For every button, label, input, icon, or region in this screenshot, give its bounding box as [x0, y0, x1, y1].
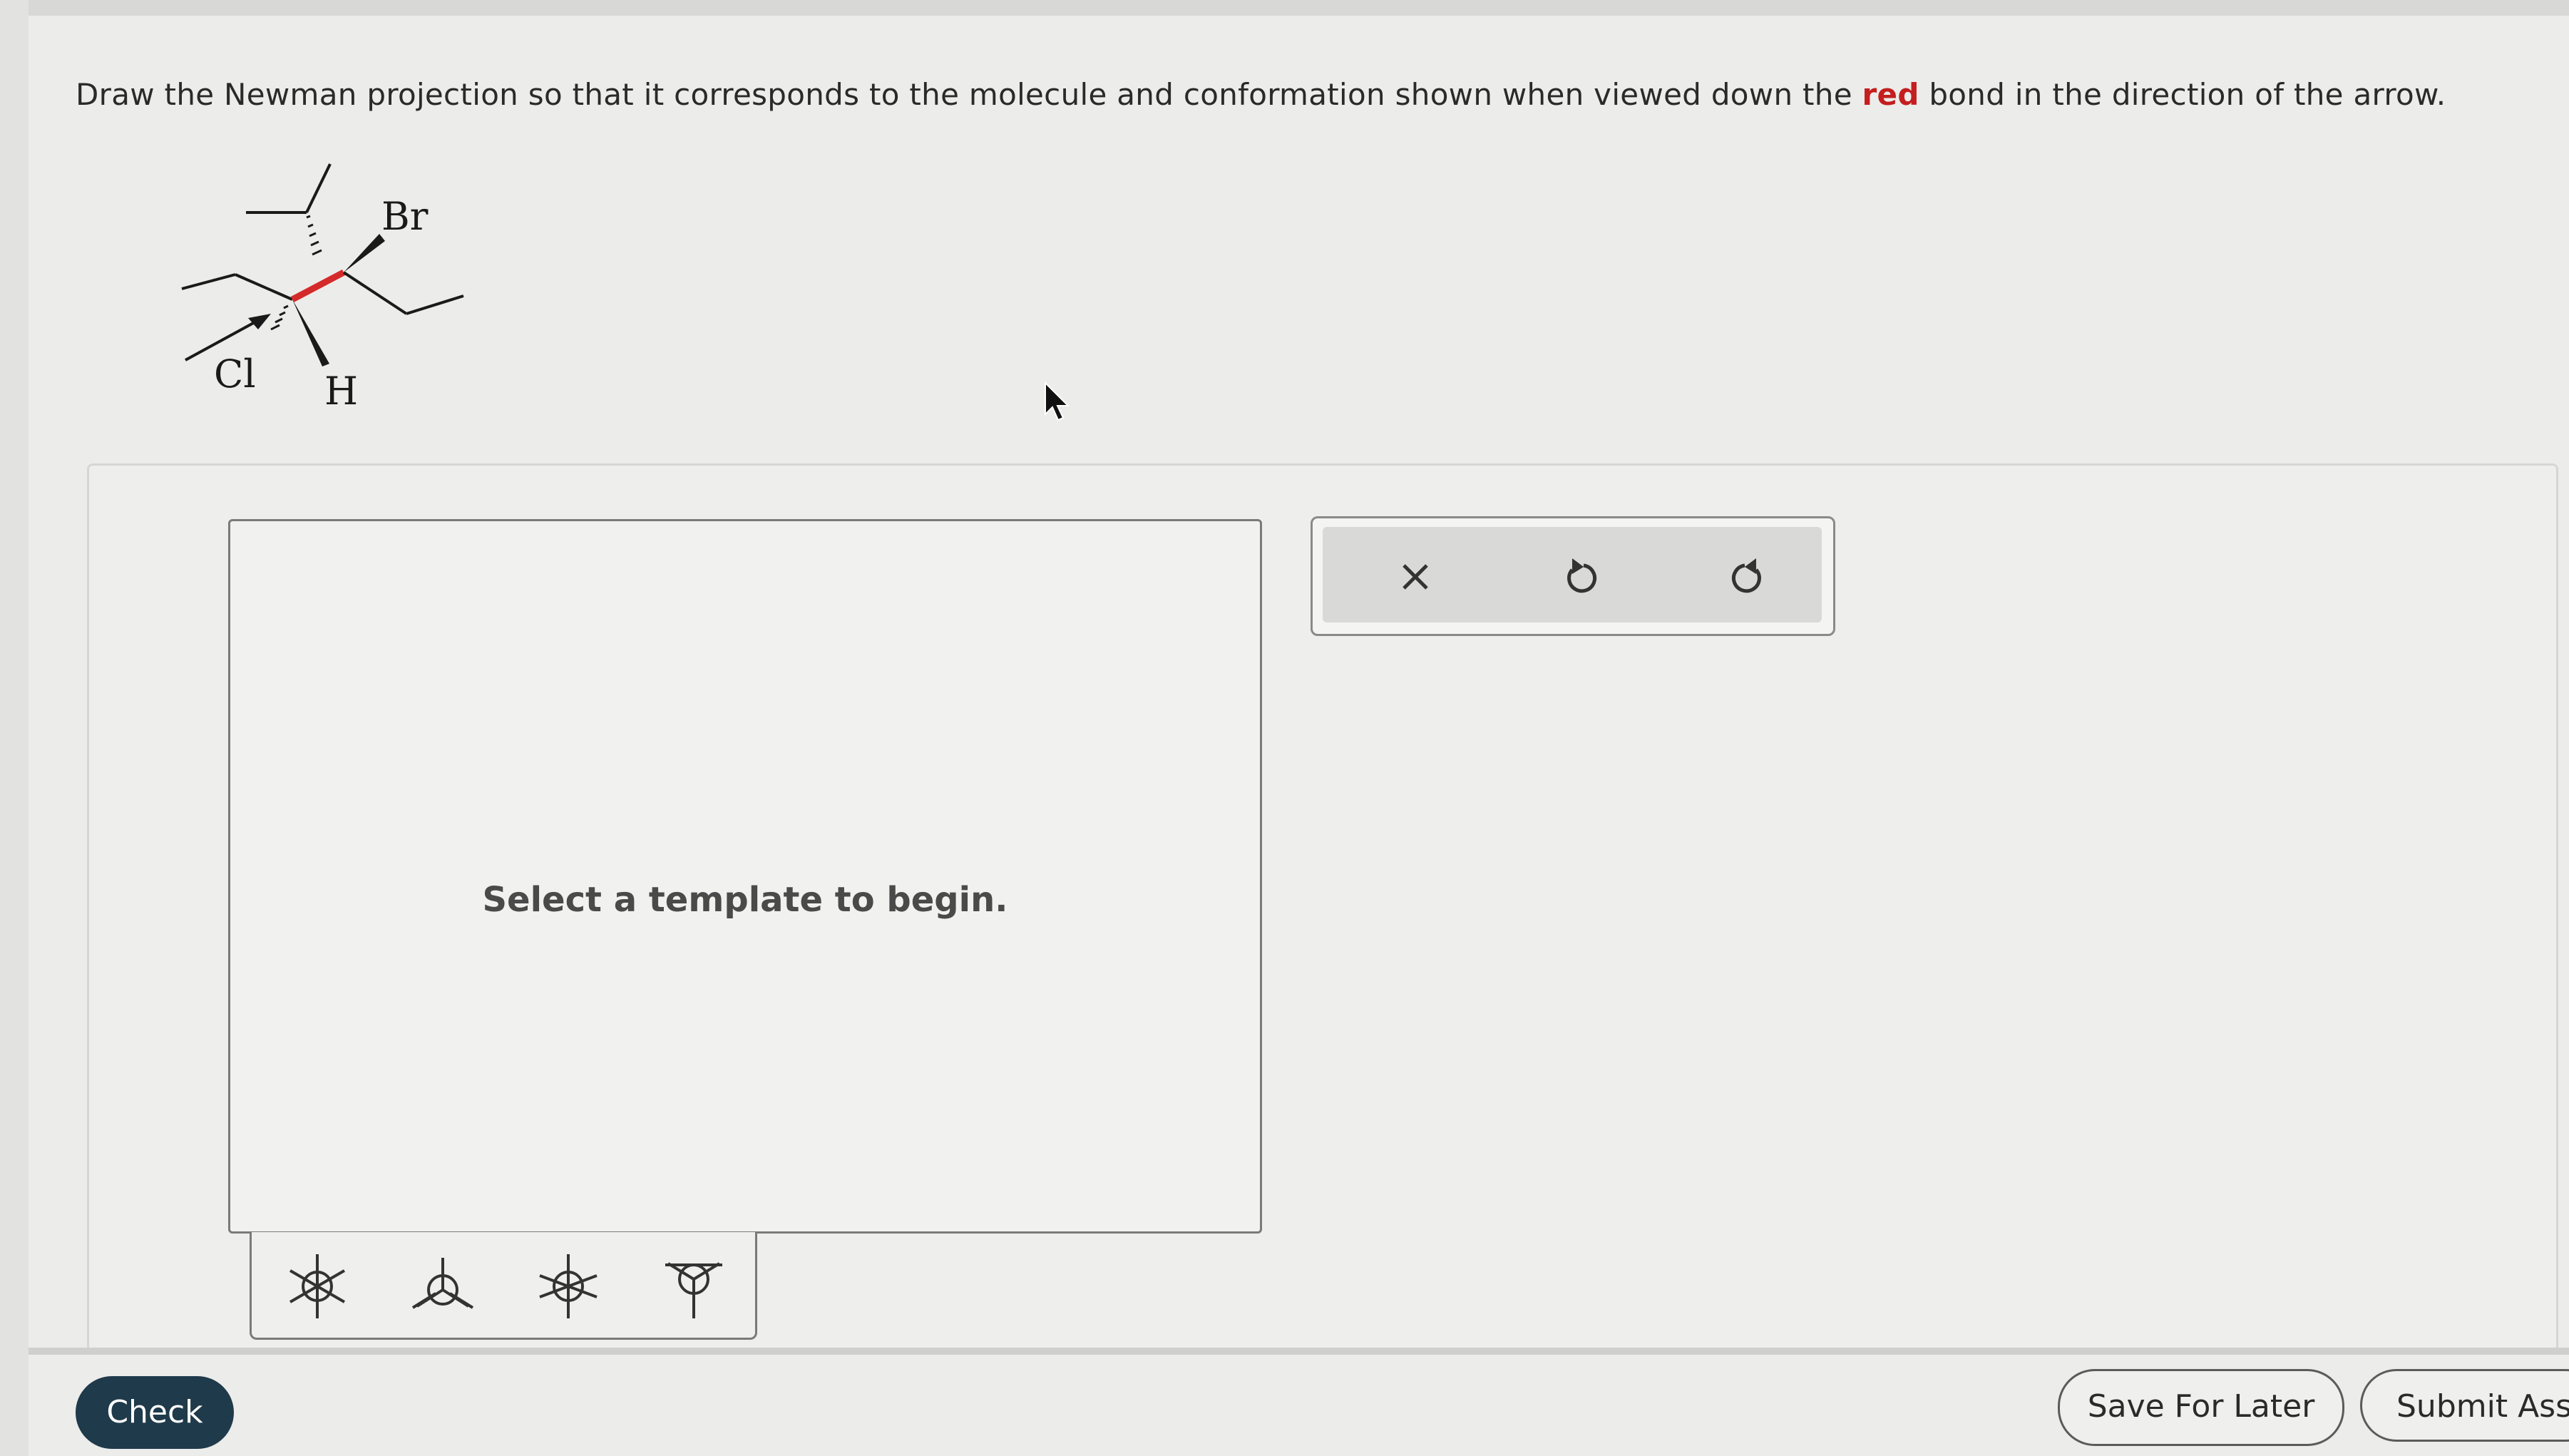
close-icon[interactable] — [1387, 548, 1444, 605]
view-arrow-head — [248, 314, 271, 329]
h-wedge — [292, 299, 329, 366]
left-edge — [0, 0, 29, 1456]
save-for-later-button[interactable]: Save For Later — [2058, 1369, 2344, 1446]
question-text: Draw the Newman projection so that it co… — [76, 77, 2528, 112]
br-label: Br — [381, 194, 429, 239]
cl-label: Cl — [214, 352, 256, 396]
question-text-before: Draw the Newman projection so that it co… — [76, 77, 1862, 112]
newman-eclipsed-template-icon[interactable] — [407, 1251, 478, 1322]
newman-staggered-template-icon[interactable] — [282, 1251, 353, 1322]
footer-divider — [29, 1348, 2569, 1355]
top-bar — [0, 0, 2569, 16]
undo-icon[interactable] — [1552, 548, 1609, 605]
h-label: H — [324, 369, 358, 414]
canvas-message: Select a template to begin. — [482, 880, 1008, 920]
redo-icon[interactable] — [1719, 548, 1776, 605]
question-text-after: bond in the direction of the arrow. — [1919, 77, 2446, 112]
template-bar — [250, 1232, 757, 1340]
newman-partial-template-icon[interactable] — [658, 1251, 729, 1322]
molecule-structure: Br Cl H — [181, 163, 464, 414]
mouse-cursor-icon — [1045, 381, 1070, 421]
check-button[interactable]: Check — [76, 1376, 234, 1449]
question-highlight: red — [1862, 77, 1919, 112]
submit-assignment-button[interactable]: Submit Assi — [2360, 1369, 2569, 1442]
editor-toolbar — [1311, 516, 1835, 636]
newman-staggered-alt-template-icon[interactable] — [533, 1251, 604, 1322]
br-wedge — [344, 234, 385, 272]
drawing-canvas[interactable]: Select a template to begin. — [228, 519, 1262, 1234]
toolbar-inner — [1323, 527, 1822, 622]
